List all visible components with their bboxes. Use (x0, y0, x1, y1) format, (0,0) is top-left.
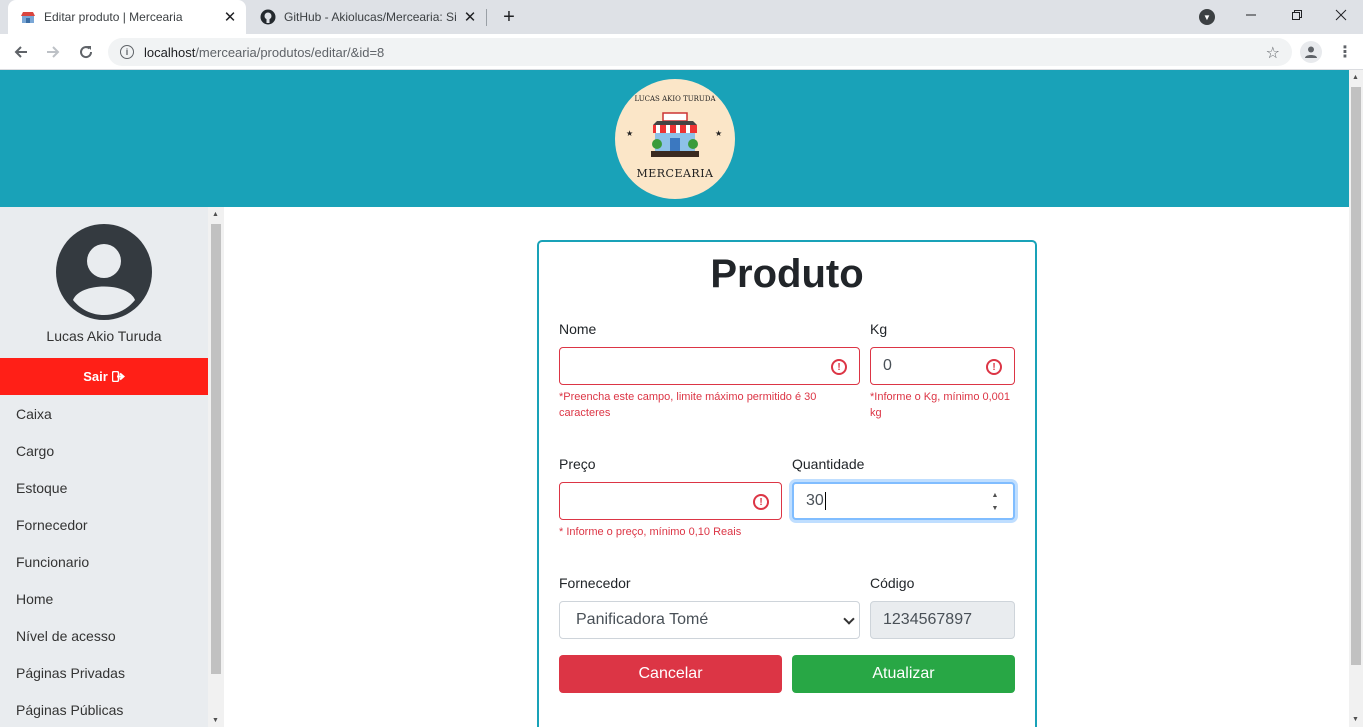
nome-label: Nome (559, 321, 597, 337)
quantidade-value: 30 (806, 492, 824, 509)
sign-out-icon (111, 371, 125, 382)
star-icon: ★ (626, 129, 634, 138)
bookmark-star-icon[interactable]: ☆ (1266, 43, 1280, 63)
sidebar-scroll-thumb[interactable] (211, 224, 221, 674)
tab-github[interactable]: GitHub - Akiolucas/Mercearia: Si ✕ (248, 0, 486, 34)
kg-input[interactable]: 0 ! (870, 347, 1015, 385)
update-button[interactable]: Atualizar (792, 655, 1015, 693)
kg-error: *Informe o Kg, mínimo 0,001 kg (870, 391, 1011, 419)
tab-separator (486, 9, 487, 26)
form-title: Produto (710, 252, 864, 296)
fornecedor-label: Fornecedor (559, 575, 631, 591)
browser-toolbar: i localhost/mercearia/produtos/editar/&i… (0, 34, 1363, 70)
account-icon[interactable] (1300, 41, 1322, 63)
url-text: localhost/mercearia/produtos/editar/&id=… (144, 44, 385, 60)
back-icon[interactable] (8, 39, 34, 65)
menu-kebab-icon[interactable]: ⋮ (1335, 41, 1355, 63)
page-scroll-thumb[interactable] (1351, 87, 1361, 665)
sidebar-scrollbar[interactable]: ▲ ▼ (208, 207, 224, 727)
sidebar-item-fornecedor[interactable]: Fornecedor (16, 517, 88, 533)
kg-label: Kg (870, 321, 888, 337)
warning-icon: ! (831, 359, 847, 375)
user-name: Lucas Akio Turuda (46, 328, 162, 344)
browser-tab-bar: Editar produto | Mercearia ✕ GitHub - Ak… (0, 0, 1363, 34)
close-window-icon[interactable] (1318, 0, 1363, 30)
warning-icon: ! (986, 359, 1002, 375)
sidebar-item-estoque[interactable]: Estoque (16, 480, 67, 496)
logo-brand-text: MERCEARIA (636, 167, 714, 180)
sidebar-item-cargo[interactable]: Cargo (16, 443, 54, 459)
minimize-icon[interactable] (1228, 0, 1274, 30)
sidebar-item-caixa[interactable]: Caixa (16, 406, 52, 422)
sidebar-item-home[interactable]: Home (16, 591, 53, 607)
number-stepper-icon[interactable]: ▲ ▼ (989, 492, 1001, 512)
star-icon: ★ (715, 129, 723, 138)
storefront-icon (651, 112, 699, 157)
tab-title: GitHub - Akiolucas/Mercearia: Si (284, 10, 457, 24)
kg-value: 0 (883, 357, 892, 374)
fornecedor-selected: Panificadora Tomé (576, 611, 709, 628)
tab-search-icon[interactable]: ▼ (1199, 9, 1215, 25)
preco-input[interactable]: ! (559, 482, 782, 520)
tab-title: Editar produto | Mercearia (44, 10, 183, 24)
site-info-icon[interactable]: i (120, 45, 134, 59)
preco-label: Preço (559, 456, 596, 472)
codigo-label: Código (870, 575, 915, 591)
scroll-up-icon[interactable]: ▲ (1352, 74, 1359, 81)
tab-editar-produto[interactable]: Editar produto | Mercearia ✕ (8, 0, 246, 34)
warning-icon: ! (753, 494, 769, 510)
logout-button[interactable]: Sair (0, 358, 208, 395)
user-avatar-icon (56, 224, 152, 320)
store-icon (20, 9, 36, 25)
sidebar-item-funcionario[interactable]: Funcionario (16, 554, 89, 570)
forward-icon[interactable] (40, 39, 66, 65)
address-bar[interactable]: i localhost/mercearia/produtos/editar/&i… (108, 38, 1292, 66)
restore-icon[interactable] (1274, 0, 1320, 30)
scroll-down-icon[interactable]: ▼ (1352, 716, 1359, 723)
sidebar-item-nivel-de-acesso[interactable]: Nível de acesso (16, 628, 116, 644)
quantidade-input[interactable]: 30 ▲ ▼ (792, 482, 1015, 520)
mercearia-logo[interactable]: LUCAS AKIO TURUDA ★ ★ MERCEARIA (615, 79, 735, 199)
text-caret (824, 492, 826, 510)
codigo-value: 1234567897 (883, 611, 972, 628)
new-tab-icon[interactable]: + (497, 5, 521, 29)
fornecedor-select[interactable]: Panificadora Tomé (559, 601, 860, 639)
nome-error: *Preencha este campo, limite máximo perm… (559, 391, 817, 419)
logout-label: Sair (83, 369, 108, 384)
chevron-down-icon (843, 613, 855, 625)
sidebar-item-paginas-privadas[interactable]: Páginas Privadas (16, 665, 125, 681)
close-tab-icon[interactable]: ✕ (460, 7, 480, 27)
scroll-up-icon[interactable]: ▲ (212, 211, 219, 218)
close-tab-icon[interactable]: ✕ (220, 7, 240, 27)
scroll-down-icon[interactable]: ▼ (212, 717, 219, 724)
quantidade-label: Quantidade (792, 456, 865, 472)
github-icon (260, 9, 276, 25)
reload-icon[interactable] (73, 39, 99, 65)
nome-input[interactable]: ! (559, 347, 860, 385)
preco-error: * Informe o preço, mínimo 0,10 Reais (559, 526, 742, 538)
logo-owner-text: LUCAS AKIO TURUDA (634, 95, 716, 103)
page-scrollbar[interactable]: ▲ ▼ (1349, 70, 1363, 727)
sidebar-item-paginas-publicas[interactable]: Páginas Públicas (16, 702, 123, 718)
codigo-input: 1234567897 (870, 601, 1015, 639)
cancel-button[interactable]: Cancelar (559, 655, 782, 693)
